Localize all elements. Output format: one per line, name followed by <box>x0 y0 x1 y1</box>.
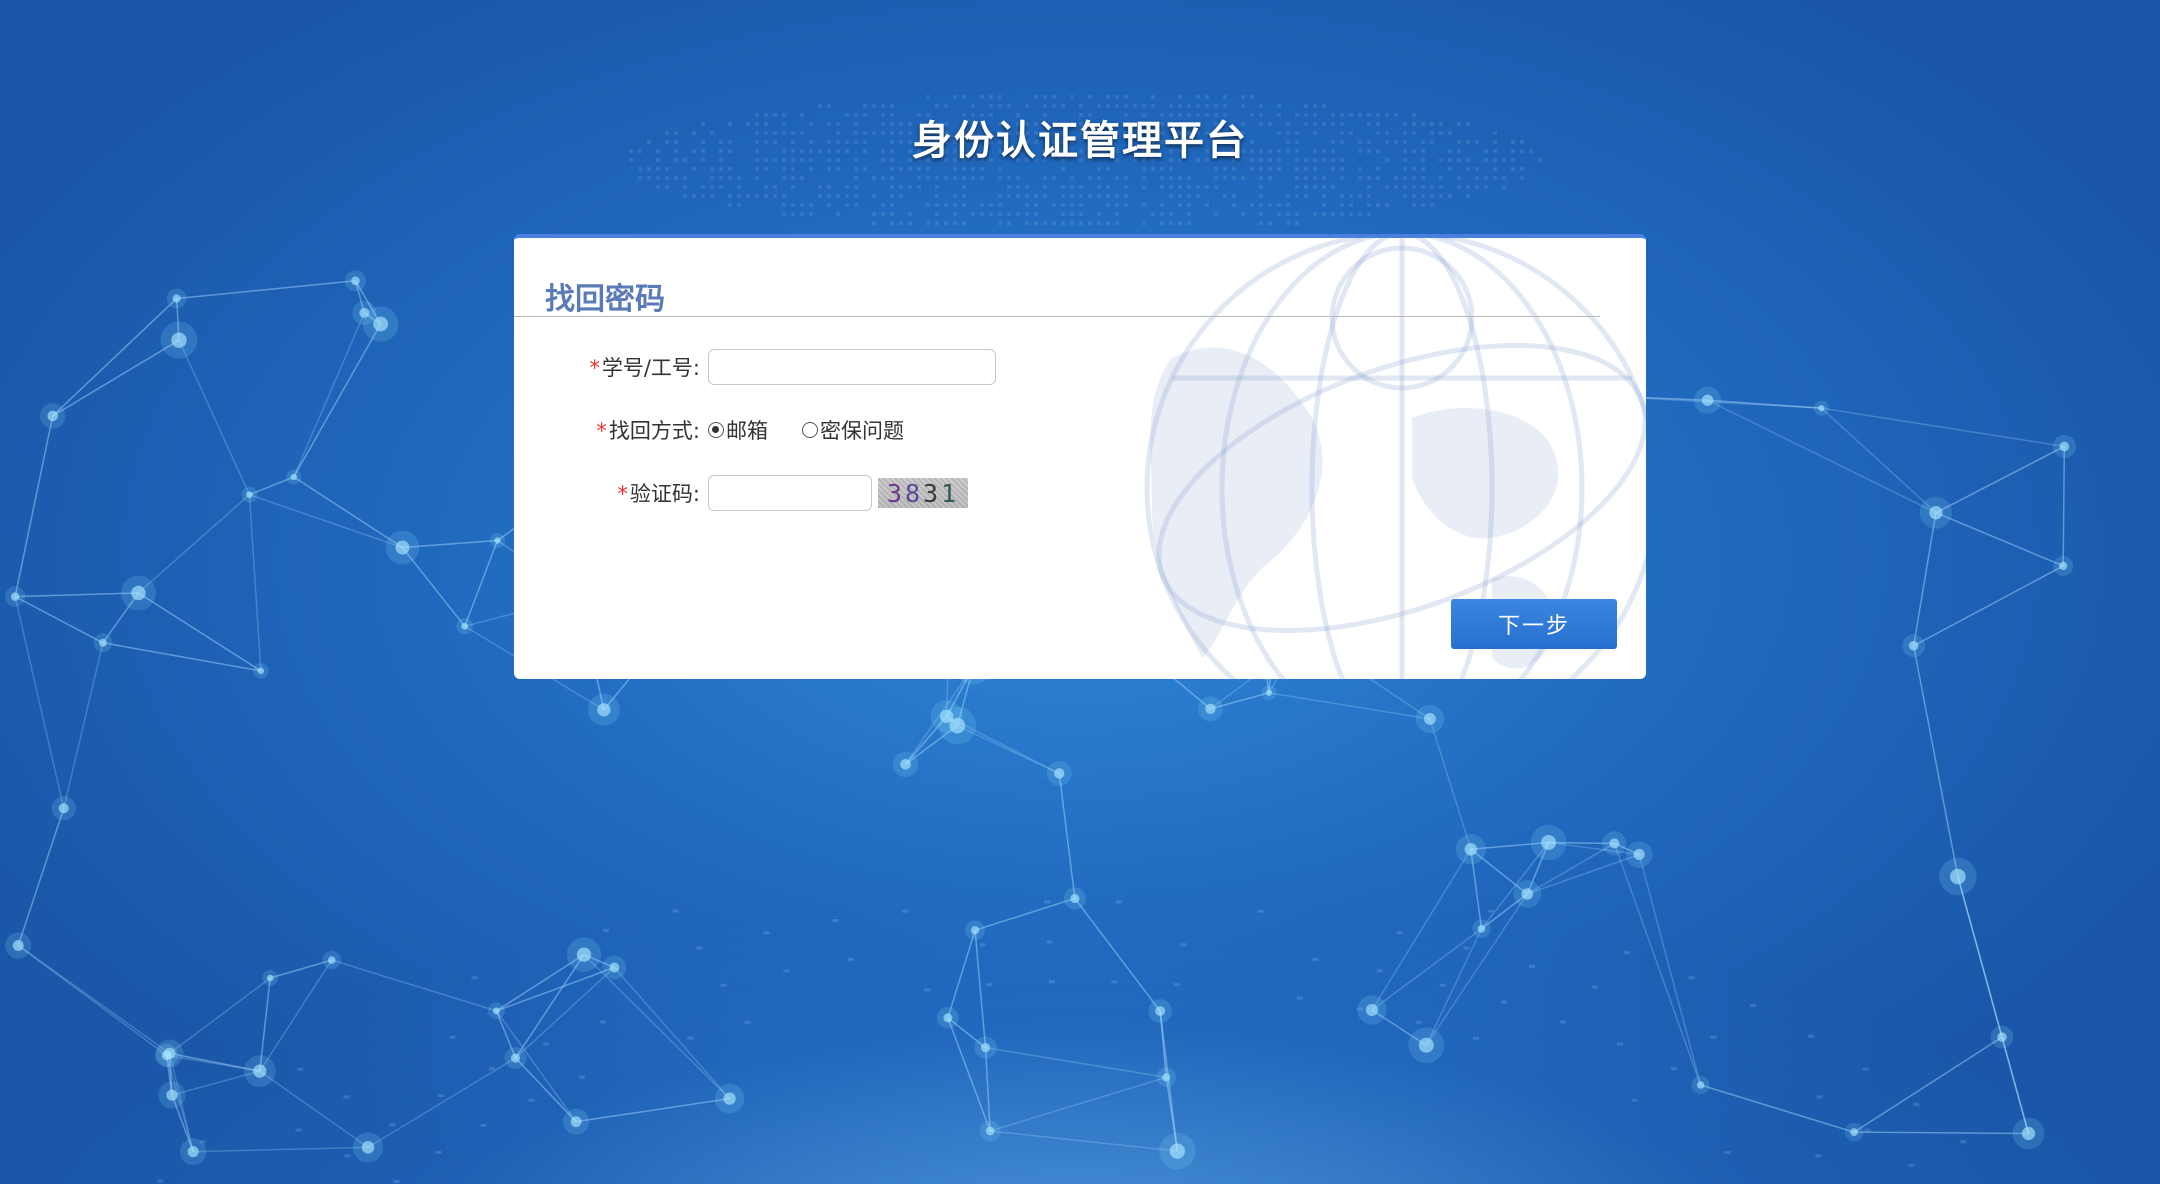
captcha-row: *验证码: 3831 <box>514 474 968 512</box>
password-recovery-card: 找回密码 *学号/工号: *找回方式: 邮箱 密保问题 *验证码: 3831 下… <box>514 234 1646 679</box>
page-title: 身份认证管理平台 <box>912 118 1248 164</box>
captcha-label: *验证码: <box>514 478 708 508</box>
method-radio-group: 邮箱 密保问题 <box>708 415 938 445</box>
id-label: *学号/工号: <box>514 352 708 382</box>
required-mark: * <box>589 356 600 380</box>
method-row: *找回方式: 邮箱 密保问题 <box>514 411 938 449</box>
radio-security-question-control[interactable] <box>802 422 818 438</box>
radio-email-label: 邮箱 <box>726 419 768 443</box>
id-row: *学号/工号: <box>514 348 996 386</box>
next-step-button[interactable]: 下一步 <box>1451 599 1617 649</box>
required-mark: * <box>617 482 628 506</box>
radio-email[interactable]: 邮箱 <box>708 415 768 445</box>
id-label-text: 学号/工号: <box>601 356 700 380</box>
card-title-divider <box>514 316 1600 317</box>
captcha-image[interactable]: 3831 <box>878 478 968 508</box>
captcha-char: 8 <box>904 478 923 508</box>
card-title: 找回密码 <box>545 282 665 317</box>
radio-security-question[interactable]: 密保问题 <box>802 415 904 445</box>
method-label-text: 找回方式: <box>608 419 700 443</box>
captcha-char: 3 <box>923 478 942 508</box>
captcha-char: 1 <box>941 478 960 508</box>
method-label: *找回方式: <box>514 415 708 445</box>
id-input[interactable] <box>708 349 996 385</box>
required-mark: * <box>596 419 607 443</box>
radio-email-control[interactable] <box>708 422 724 438</box>
radio-security-question-label: 密保问题 <box>820 419 904 443</box>
captcha-label-text: 验证码: <box>629 482 700 506</box>
captcha-char: 3 <box>886 478 905 508</box>
captcha-input[interactable] <box>708 475 872 511</box>
